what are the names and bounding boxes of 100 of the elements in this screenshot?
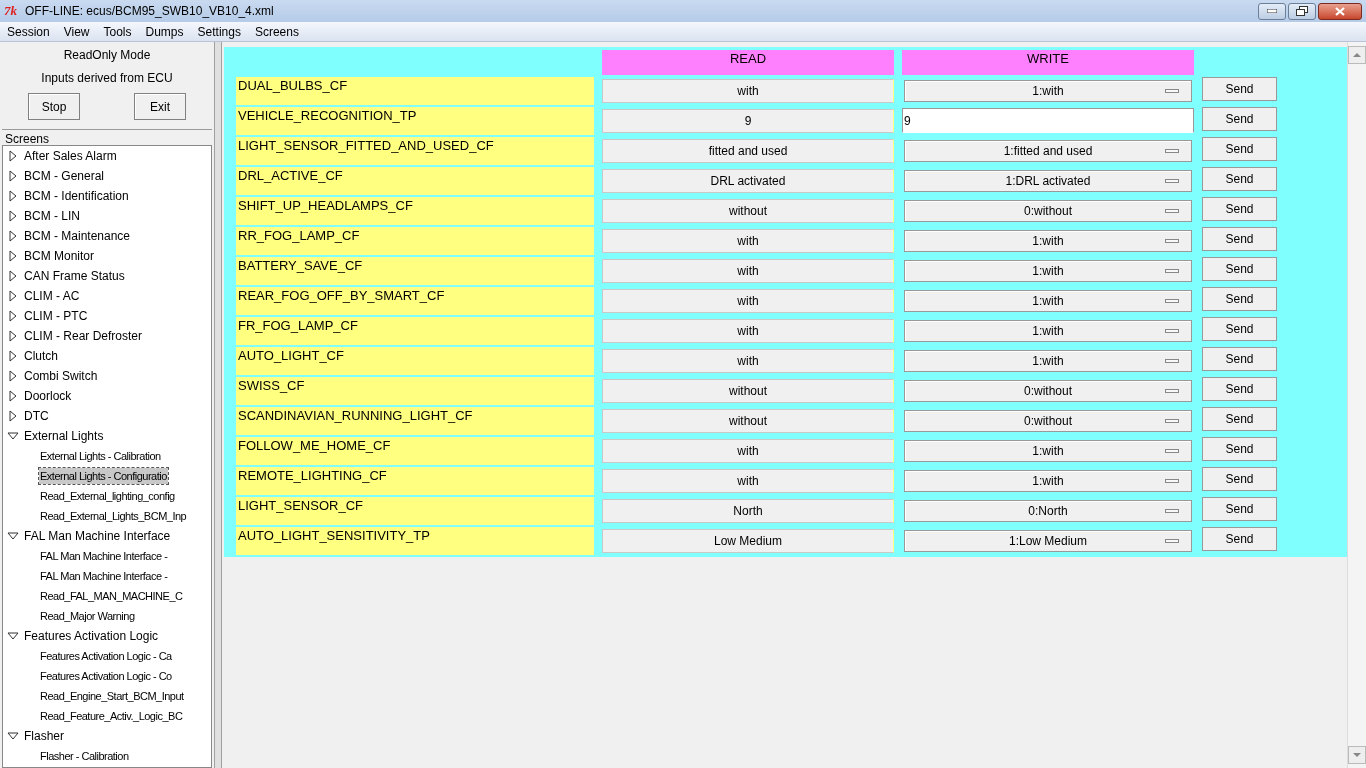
menu-item[interactable]: Screens — [247, 22, 306, 41]
send-button[interactable]: Send — [1202, 257, 1277, 281]
stop-button[interactable]: Stop — [28, 93, 80, 120]
expand-triangle-icon[interactable] — [9, 270, 17, 282]
value-dropdown[interactable]: 1:with — [904, 230, 1192, 252]
expand-triangle-icon[interactable] — [9, 150, 17, 162]
value-dropdown[interactable]: 1:with — [904, 350, 1192, 372]
expand-triangle-icon[interactable] — [9, 210, 17, 222]
expand-triangle-icon[interactable] — [9, 410, 17, 422]
dropdown-indicator-icon — [1165, 149, 1179, 153]
value-dropdown[interactable]: 1:with — [904, 470, 1192, 492]
tree-item[interactable]: Read_External_Lights_BCM_Inp — [39, 507, 188, 525]
expand-triangle-icon[interactable] — [9, 290, 17, 302]
tree-item[interactable]: Features Activation Logic — [23, 627, 160, 645]
send-button[interactable]: Send — [1202, 287, 1277, 311]
send-button[interactable]: Send — [1202, 197, 1277, 221]
value-dropdown[interactable]: 0:North — [904, 500, 1192, 522]
expand-triangle-icon[interactable] — [9, 230, 17, 242]
tree-item[interactable]: Features Activation Logic - Co — [39, 667, 173, 685]
tree-item[interactable]: FAL Man Machine Interface — [23, 527, 172, 545]
menu-item[interactable]: Session — [0, 22, 57, 41]
value-input[interactable]: 9 — [902, 108, 1194, 133]
tree-item[interactable]: Read_Engine_Start_BCM_Input — [39, 687, 185, 705]
tree-item[interactable]: BCM - Identification — [23, 187, 130, 205]
tree-item[interactable]: Clutch — [23, 347, 59, 365]
vertical-scrollbar[interactable] — [1347, 42, 1366, 768]
tree-item[interactable]: Combi Switch — [23, 367, 99, 385]
collapse-triangle-icon[interactable] — [7, 632, 19, 640]
menu-item[interactable]: Dumps — [138, 22, 191, 41]
tree-item[interactable]: Read_Feature_Activ._Logic_BC — [39, 707, 184, 725]
tree-item[interactable]: DTC — [23, 407, 50, 425]
restore-button[interactable] — [1288, 2, 1316, 20]
tree-item[interactable]: CLIM - Rear Defroster — [23, 327, 144, 345]
tree-item[interactable]: After Sales Alarm — [23, 147, 118, 165]
tree-item[interactable]: BCM - Maintenance — [23, 227, 132, 245]
expand-triangle-icon[interactable] — [9, 170, 17, 182]
expand-triangle-icon[interactable] — [9, 250, 17, 262]
tree-item[interactable]: BCM - General — [23, 167, 106, 185]
send-button[interactable]: Send — [1202, 167, 1277, 191]
menu-item[interactable]: Tools — [96, 22, 139, 41]
value-dropdown[interactable]: 0:without — [904, 410, 1192, 432]
menu-item[interactable]: Settings — [190, 22, 248, 41]
value-dropdown[interactable]: 0:without — [904, 200, 1192, 222]
tree-item[interactable]: Features Activation Logic - Ca — [39, 647, 173, 665]
read-value: without — [602, 409, 894, 433]
menu-item[interactable]: View — [56, 22, 97, 41]
collapse-triangle-icon[interactable] — [7, 432, 19, 440]
expand-triangle-icon[interactable] — [9, 350, 17, 362]
minimize-button[interactable] — [1258, 2, 1286, 20]
close-button[interactable] — [1318, 2, 1362, 20]
tree-item[interactable]: Doorlock — [23, 387, 73, 405]
send-button[interactable]: Send — [1202, 437, 1277, 461]
tree-item[interactable]: External Lights - Calibration — [39, 447, 162, 465]
send-button[interactable]: Send — [1202, 527, 1277, 551]
tree-item[interactable]: Read_Major Warning — [39, 607, 136, 625]
tree-item[interactable]: External Lights - Configuratio — [39, 467, 168, 485]
expand-triangle-icon[interactable] — [9, 330, 17, 342]
tree-item[interactable]: External Lights — [23, 427, 105, 445]
send-button[interactable]: Send — [1202, 347, 1277, 371]
value-dropdown[interactable]: 1:fitted and used — [904, 140, 1192, 162]
expand-triangle-icon[interactable] — [9, 190, 17, 202]
value-dropdown[interactable]: 1:with — [904, 320, 1192, 342]
value-dropdown[interactable]: 1:with — [904, 80, 1192, 102]
tree-item[interactable]: CLIM - AC — [23, 287, 81, 305]
send-button[interactable]: Send — [1202, 77, 1277, 101]
tree-item[interactable]: FAL Man Machine Interface - — [39, 547, 169, 565]
tree-item[interactable]: CAN Frame Status — [23, 267, 126, 285]
send-button[interactable]: Send — [1202, 137, 1277, 161]
value-dropdown[interactable]: 1:DRL activated — [904, 170, 1192, 192]
value-dropdown[interactable]: 1:with — [904, 290, 1192, 312]
send-button[interactable]: Send — [1202, 227, 1277, 251]
send-button[interactable]: Send — [1202, 377, 1277, 401]
tree-item[interactable]: Flasher — [23, 727, 65, 745]
send-button[interactable]: Send — [1202, 107, 1277, 131]
exit-button[interactable]: Exit — [134, 93, 186, 120]
value-dropdown[interactable]: 1:with — [904, 260, 1192, 282]
send-button[interactable]: Send — [1202, 317, 1277, 341]
collapse-triangle-icon[interactable] — [7, 532, 19, 540]
value-dropdown[interactable]: 1:with — [904, 440, 1192, 462]
scroll-up-button[interactable] — [1348, 46, 1366, 64]
tree-item[interactable]: Read_FAL_MAN_MACHINE_C — [39, 587, 184, 605]
parameter-label: AUTO_LIGHT_SENSITIVITY_TP — [236, 527, 594, 555]
tree-item[interactable]: BCM Monitor — [23, 247, 95, 265]
send-button[interactable]: Send — [1202, 497, 1277, 521]
tree-item[interactable]: Flasher - Calibration — [39, 747, 130, 765]
value-dropdown[interactable]: 0:without — [904, 380, 1192, 402]
parameter-label: SWISS_CF — [236, 377, 594, 405]
send-button[interactable]: Send — [1202, 467, 1277, 491]
tree-item[interactable]: FAL Man Machine Interface - — [39, 567, 169, 585]
scroll-down-button[interactable] — [1348, 746, 1366, 764]
send-button[interactable]: Send — [1202, 407, 1277, 431]
value-dropdown[interactable]: 1:Low Medium — [904, 530, 1192, 552]
tree-item[interactable]: BCM - LIN — [23, 207, 81, 225]
expand-triangle-icon[interactable] — [9, 370, 17, 382]
parameter-label: DRL_ACTIVE_CF — [236, 167, 594, 195]
tree-item[interactable]: CLIM - PTC — [23, 307, 89, 325]
collapse-triangle-icon[interactable] — [7, 732, 19, 740]
expand-triangle-icon[interactable] — [9, 310, 17, 322]
tree-item[interactable]: Read_External_lighting_config — [39, 487, 176, 505]
expand-triangle-icon[interactable] — [9, 390, 17, 402]
